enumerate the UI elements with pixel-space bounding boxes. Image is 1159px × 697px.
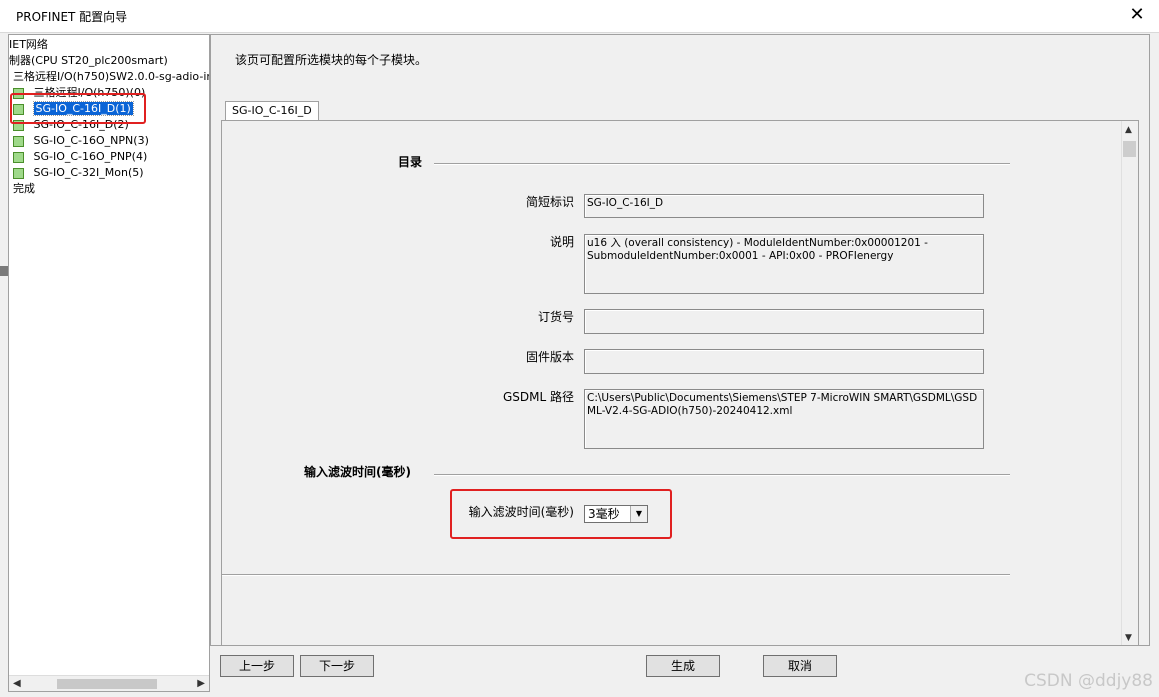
scroll-up-icon[interactable]: ▲ xyxy=(1125,125,1132,135)
tree-item-label: SG-IO_C-16O_NPN(3) xyxy=(33,134,149,147)
scrollbar-thumb[interactable] xyxy=(57,679,157,689)
prev-button[interactable]: 上一步 xyxy=(220,655,294,677)
window-title: PROFINET 配置向导 xyxy=(16,10,128,24)
tree-item-network[interactable]: IET网络 xyxy=(9,37,48,53)
watermark: CSDN @ddjy88 xyxy=(1024,671,1153,691)
short-id-field[interactable]: SG-IO_C-16I_D xyxy=(584,194,984,218)
description-label: 说明 xyxy=(549,235,574,249)
filter-section-title: 输入滤波时间(毫秒) xyxy=(304,465,411,479)
firmware-field[interactable] xyxy=(584,349,984,374)
title-bar: PROFINET 配置向导 ✕ xyxy=(0,0,1159,33)
order-number-field[interactable] xyxy=(584,309,984,334)
filter-time-select[interactable]: 3毫秒 ▼ xyxy=(584,505,648,523)
tree-item-label: 制器(CPU ST20_plc200smart) xyxy=(9,54,168,67)
tree-horizontal-scrollbar[interactable]: ◀ ▶ xyxy=(9,675,209,691)
description-field[interactable]: u16 入 (overall consistency) - ModuleIden… xyxy=(584,234,984,294)
module-icon xyxy=(13,167,24,179)
tree-item-device[interactable]: 三格远程I/O(h750)SW2.0.0-sg-adio-intf xyxy=(13,69,210,85)
tree-item-label: SG-IO_C-32I_Mon(5) xyxy=(33,166,144,179)
filter-time-value: 3毫秒 xyxy=(588,507,620,521)
tree-item-label: 三格远程I/O(h750)SW2.0.0-sg-adio-intf xyxy=(13,70,210,83)
module-icon xyxy=(13,135,24,147)
scrollbar-thumb[interactable] xyxy=(1123,141,1136,157)
tree-item-finish[interactable]: 完成 xyxy=(13,181,35,197)
close-icon[interactable]: ✕ xyxy=(1125,4,1149,26)
page-description: 该页可配置所选模块的每个子模块。 xyxy=(235,53,428,67)
tree-item-label: 完成 xyxy=(13,182,35,195)
background-strip xyxy=(0,266,8,276)
config-tree[interactable]: IET网络 制器(CPU ST20_plc200smart) 三格远程I/O(h… xyxy=(8,34,210,692)
wizard-pane: 该页可配置所选模块的每个子模块。 SG-IO_C-16I_D 目录 简短标识 S… xyxy=(210,34,1150,646)
scroll-left-icon[interactable]: ◀ xyxy=(13,676,21,691)
tab-vertical-scrollbar[interactable]: ▲ ▼ xyxy=(1121,121,1138,645)
tree-item-module-4[interactable]: SG-IO_C-16O_PNP(4) xyxy=(13,149,147,165)
order-number-label: 订货号 xyxy=(537,310,574,324)
generate-button[interactable]: 生成 xyxy=(646,655,720,677)
highlight-box-tree xyxy=(10,93,146,124)
tab-module[interactable]: SG-IO_C-16I_D xyxy=(225,101,319,120)
next-button[interactable]: 下一步 xyxy=(300,655,374,677)
gsdml-path-label: GSDML 路径 xyxy=(502,390,574,404)
firmware-label: 固件版本 xyxy=(525,350,574,364)
module-icon xyxy=(13,151,24,163)
cancel-button[interactable]: 取消 xyxy=(763,655,837,677)
tree-item-label: SG-IO_C-16O_PNP(4) xyxy=(33,150,148,163)
short-id-label: 简短标识 xyxy=(525,195,574,209)
scroll-right-icon[interactable]: ▶ xyxy=(197,676,205,691)
gsdml-path-field[interactable]: C:\Users\Public\Documents\Siemens\STEP 7… xyxy=(584,389,984,449)
tree-item-module-5[interactable]: SG-IO_C-32I_Mon(5) xyxy=(13,165,144,181)
catalog-section-title: 目录 xyxy=(398,155,423,169)
filter-time-label: 输入滤波时间(毫秒) xyxy=(468,505,574,519)
divider xyxy=(222,574,1010,576)
tab-page: 目录 简短标识 SG-IO_C-16I_D 说明 u16 入 (overall … xyxy=(221,120,1139,646)
tree-item-module-3[interactable]: SG-IO_C-16O_NPN(3) xyxy=(13,133,149,149)
scroll-down-icon[interactable]: ▼ xyxy=(1125,633,1132,643)
divider xyxy=(434,163,1010,165)
divider xyxy=(434,474,1010,476)
tree-item-label: IET网络 xyxy=(9,38,48,51)
chevron-down-icon[interactable]: ▼ xyxy=(630,506,647,522)
tree-item-controller[interactable]: 制器(CPU ST20_plc200smart) xyxy=(9,53,168,69)
